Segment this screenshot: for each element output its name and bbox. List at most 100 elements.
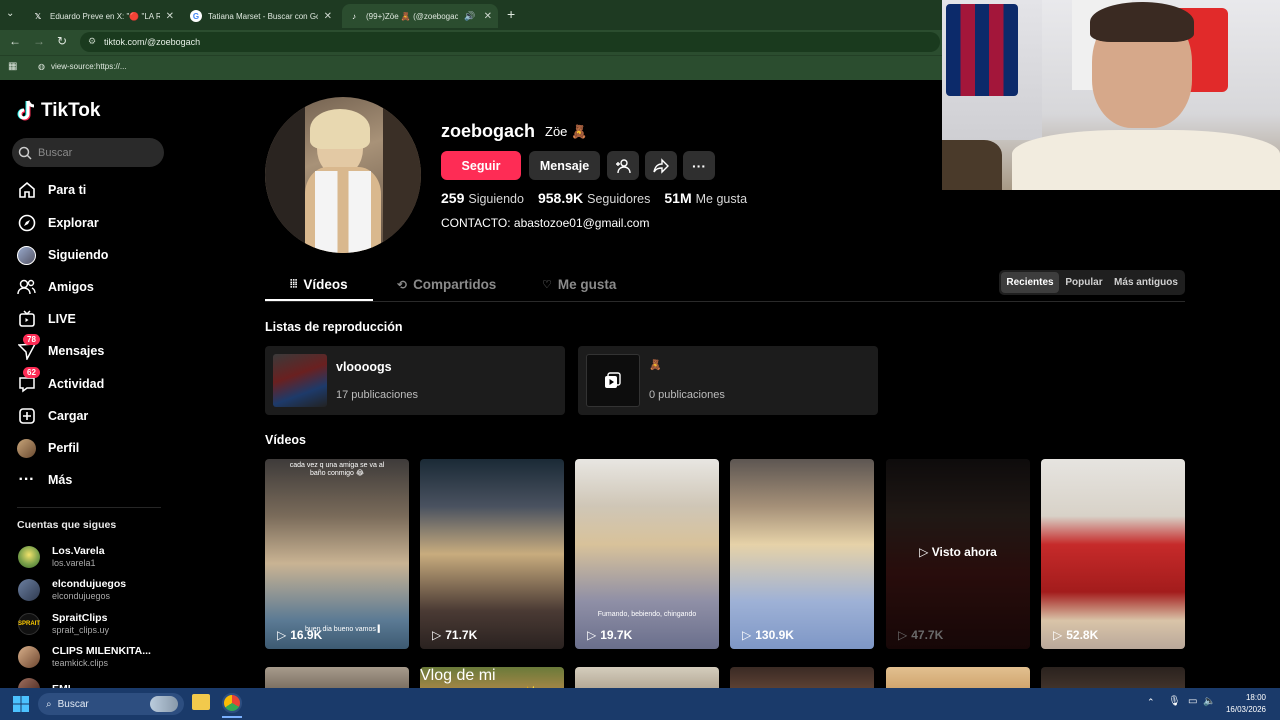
bookmark-item[interactable]: ◍ view-source:https://... [38, 62, 127, 71]
video-card[interactable]: ▷ 71.7K [420, 459, 564, 649]
sidebar-item-actividad[interactable]: 62 Actividad [17, 366, 104, 395]
video-card[interactable]: cada vez q una amiga se va al baño conmi… [265, 459, 409, 649]
tab-title: (99+)Zöe 🧸 (@zoebogach [366, 11, 458, 21]
avatar: SPRAIT [18, 612, 40, 635]
following-account[interactable]: CLIPS MILENKITA... teamkick.clips [18, 645, 151, 668]
sidebar-item-live[interactable]: LIVE [17, 308, 76, 330]
tiktok-logo[interactable]: TikTok [17, 100, 100, 122]
playlists-heading: Listas de reproducción [265, 320, 403, 334]
tab-list-chevron-icon[interactable]: ⌄ [6, 8, 14, 19]
tab-close-icon[interactable]: ✕ [324, 11, 332, 22]
chrome-taskbar-icon[interactable] [222, 693, 242, 713]
home-icon [17, 181, 36, 200]
activity-badge: 62 [23, 366, 40, 378]
site-info-icon[interactable]: ⚙ [88, 36, 96, 47]
playlist-thumbnail [273, 354, 327, 407]
windows-start-button[interactable] [13, 696, 29, 717]
video-card-watched[interactable]: ▷ Visto ahora ▷ 47.7K [886, 459, 1030, 649]
tray-chevron-icon[interactable]: ⌃ [1147, 697, 1155, 708]
tab-close-icon[interactable]: ✕ [484, 11, 492, 22]
apps-grid-icon[interactable]: ▦ [8, 61, 17, 72]
account-handle: sprait_clips.uy [52, 625, 110, 635]
following-account[interactable]: elcondujuegos elcondujuegos [18, 578, 126, 601]
tiktok-icon [17, 100, 35, 121]
messages-icon: 78 [17, 333, 40, 361]
stat-followers[interactable]: 958.9K Seguidores [538, 190, 650, 206]
jersey-picture [946, 4, 1018, 96]
sidebar-item-label: Cargar [48, 409, 89, 423]
search-icon: ⌕ [46, 698, 52, 710]
message-button[interactable]: Mensaje [529, 151, 600, 180]
play-icon: ▷ [432, 628, 442, 642]
forward-button[interactable]: → [33, 34, 45, 48]
sidebar-item-cargar[interactable]: Cargar [17, 405, 88, 427]
search-input[interactable]: Buscar [12, 138, 164, 167]
sidebar-item-label: Más [48, 473, 73, 487]
share-icon [653, 157, 669, 174]
sort-recientes[interactable]: Recientes [1001, 272, 1059, 293]
following-account[interactable]: SPRAIT SpraitClips sprait_clips.uy [18, 612, 109, 635]
add-friend-button[interactable] [607, 151, 639, 180]
microphone-icon[interactable]: 🎙 [1168, 696, 1181, 707]
video-card[interactable]: ▷ 130.9K [730, 459, 874, 649]
playlist-card[interactable]: 🧸 0 publicaciones [578, 346, 878, 415]
following-icon [17, 245, 36, 265]
activity-icon: 62 [17, 366, 40, 394]
back-button[interactable]: ← [9, 34, 21, 48]
sidebar-item-para-ti[interactable]: Para ti [17, 179, 86, 201]
tab-label: Compartidos [413, 277, 497, 292]
tab-likes[interactable]: ♡ Me gusta [542, 277, 616, 292]
video-card[interactable]: ▷ 52.8K [1041, 459, 1185, 649]
browser-tab-1[interactable]: 𝕏 Eduardo Preve en X: "🔴 "LA R ✕ [26, 4, 180, 28]
network-icon[interactable]: ▭ [1188, 696, 1197, 707]
sidebar-item-siguiendo[interactable]: Siguiendo [17, 244, 108, 266]
account-name: CLIPS MILENKITA... [52, 645, 151, 657]
video-card[interactable]: Fumando, bebiendo, chingando ▷ 19.7K [575, 459, 719, 649]
tab-videos[interactable]: ⦙⦙⦙ Vídeos [290, 277, 348, 292]
following-account[interactable]: Los.Varela los.varela1 [18, 545, 105, 568]
stat-value: 958.9K [537, 190, 584, 206]
account-handle: los.varela1 [52, 558, 96, 568]
audio-playing-icon[interactable]: 🔊 [464, 11, 475, 22]
sort-popular[interactable]: Popular [1061, 272, 1107, 293]
playlist-card[interactable]: vloooogs 17 publicaciones [265, 346, 565, 415]
play-icon: ▷ [277, 628, 287, 642]
sidebar-item-mensajes[interactable]: 78 Mensajes [17, 333, 105, 362]
more-options-button[interactable]: ··· [683, 151, 715, 180]
volume-icon[interactable]: 🔈 [1203, 696, 1215, 707]
stat-following[interactable]: 259 Siguiendo [441, 190, 524, 206]
file-explorer-icon[interactable] [192, 694, 210, 710]
sort-mas-antiguos[interactable]: Más antiguos [1109, 272, 1183, 293]
tab-close-icon[interactable]: ✕ [166, 11, 174, 22]
search-placeholder: Buscar [38, 146, 73, 159]
sidebar-item-label: Para ti [48, 183, 87, 197]
play-icon: ▷ [919, 545, 929, 559]
share-button[interactable] [645, 151, 677, 180]
profile-avatar[interactable] [265, 97, 421, 253]
new-tab-button[interactable]: + [507, 6, 515, 22]
active-app-indicator [222, 716, 242, 718]
taskbar-clock[interactable]: 18:00 16/03/2026 [1226, 692, 1266, 716]
video-views: ▷ 47.7K [898, 628, 943, 642]
sidebar-item-explorar[interactable]: Explorar [17, 212, 99, 234]
sidebar-item-mas[interactable]: ··· Más [17, 469, 73, 491]
video-caption: Fumando, bebiendo, chingando [597, 611, 697, 618]
sidebar-item-perfil[interactable]: Perfil [17, 437, 79, 459]
follow-button[interactable]: Seguir [441, 151, 521, 180]
browser-tab-2[interactable]: G Tatiana Marset - Buscar con Go ✕ [184, 4, 338, 28]
clock-time: 18:00 [1245, 693, 1266, 702]
profile-stats: 259 Siguiendo 958.9K Seguidores 51M Me gust… [441, 190, 747, 206]
taskbar-search[interactable]: ⌕ Buscar [38, 693, 184, 715]
video-views: ▷ 52.8K [1053, 628, 1098, 642]
video-caption: cada vez q una amiga se va al baño conmi… [289, 462, 385, 477]
playlist-thumbnail [586, 354, 640, 407]
messages-badge: 78 [23, 333, 40, 345]
browser-tab-3-active[interactable]: ♪ (99+)Zöe 🧸 (@zoebogach 🔊 ✕ [342, 4, 498, 28]
tab-shared[interactable]: ⟲ Compartidos [397, 277, 496, 292]
brand-name: TikTok [41, 100, 101, 121]
sidebar-item-amigos[interactable]: Amigos [17, 276, 94, 298]
sidebar-item-label: Mensajes [48, 344, 105, 358]
reload-button[interactable]: ↻ [57, 34, 67, 48]
url-field[interactable]: ⚙ tiktok.com/@zoebogach [80, 32, 940, 52]
repost-icon: ⟲ [397, 277, 408, 292]
